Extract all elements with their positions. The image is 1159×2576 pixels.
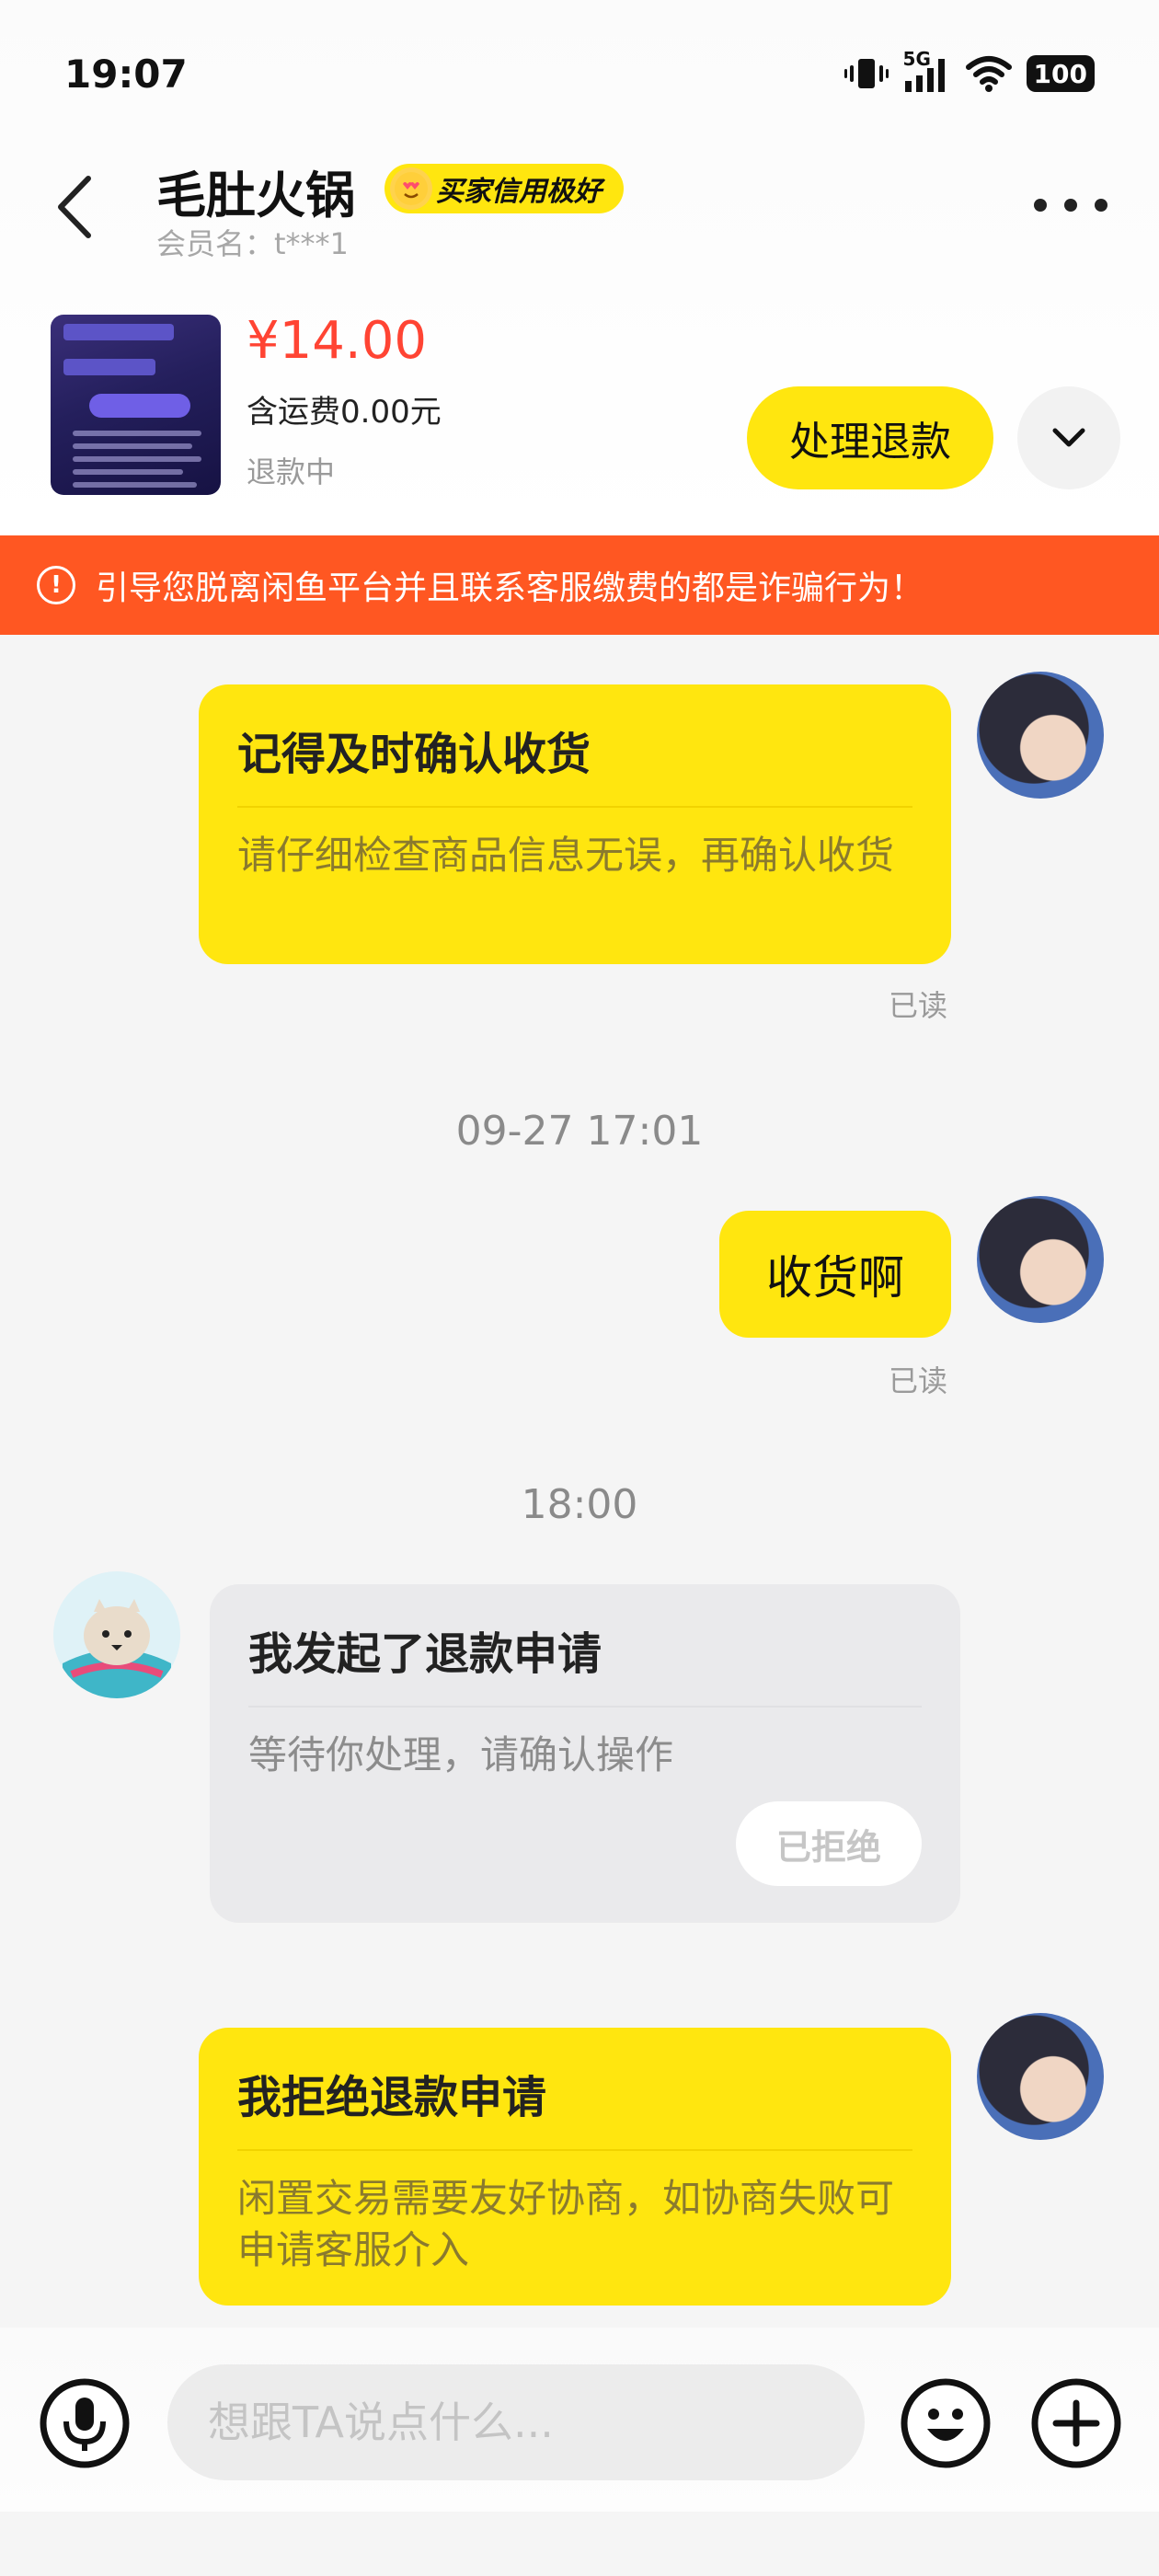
thumb-decor [63, 324, 174, 340]
expand-button[interactable] [1017, 386, 1120, 489]
timestamp: 18:00 [521, 1481, 638, 1528]
warning-text: 引导您脱离闲鱼平台并且联系客服缴费的都是诈骗行为！ [96, 569, 924, 607]
thumb-decor [73, 431, 201, 436]
more-actions-button[interactable] [1030, 2377, 1122, 2469]
plus-icon [1031, 2378, 1121, 2468]
seller-avatar[interactable] [53, 1571, 180, 1698]
timestamp: 09-27 17:01 [455, 1108, 704, 1155]
card-title: 记得及时确认收货 [237, 718, 912, 808]
microphone-icon [40, 2378, 130, 2468]
thumb-decor [73, 456, 201, 462]
more-dot [1064, 199, 1077, 212]
shipping-fee: 含运费0.00元 [247, 394, 442, 431]
message-bubble[interactable]: 收货啊 [719, 1211, 951, 1338]
emoji-button[interactable] [900, 2377, 992, 2469]
wifi-icon [965, 56, 1012, 92]
card-description: 请仔细检查商品信息无误，再确认收货 [237, 833, 895, 878]
message-input[interactable] [167, 2364, 865, 2480]
user-avatar[interactable] [977, 2013, 1104, 2140]
card-description: 闲置交易需要友好协商，如协商失败可申请客服介入 [237, 2176, 895, 2272]
more-dot [1095, 199, 1107, 212]
credit-badge-label: 买家信用极好 [436, 176, 602, 208]
alert-icon: ! [37, 566, 75, 604]
more-dot [1034, 199, 1047, 212]
chevron-down-icon [1052, 428, 1085, 447]
voice-button[interactable] [39, 2377, 131, 2469]
refund-request-card[interactable]: 我发起了退款申请 等待你处理，请确认操作 已拒绝 [210, 1584, 960, 1923]
product-thumbnail[interactable] [51, 315, 221, 495]
user-avatar[interactable] [977, 672, 1104, 799]
fraud-warning-banner: ! 引导您脱离闲鱼平台并且联系客服缴费的都是诈骗行为！ [0, 535, 1159, 635]
read-status: 已读 [889, 1363, 948, 1398]
card-title: 我发起了退款申请 [248, 1617, 922, 1708]
thumb-decor [73, 482, 197, 488]
chat-title: 毛肚火锅 [156, 167, 355, 224]
user-avatar[interactable] [977, 1196, 1104, 1323]
status-time: 19:07 [64, 52, 188, 97]
reject-refund-card[interactable]: 我拒绝退款申请 闲置交易需要友好协商，如协商失败可申请客服介入 [199, 2028, 951, 2306]
member-name: 会员名：t***1 [156, 226, 349, 261]
thumb-decor [73, 469, 183, 475]
heart-eyes-face-icon [390, 167, 432, 210]
battery-indicator: 100 [1026, 55, 1095, 92]
status-icons: 5G 100 [843, 48, 1095, 94]
process-refund-button[interactable]: 处理退款 [747, 386, 993, 489]
card-description: 等待你处理，请确认操作 [248, 1732, 674, 1777]
thumb-decor [73, 443, 192, 449]
smiley-icon [901, 2378, 991, 2468]
thumb-decor [63, 359, 155, 375]
read-status: 已读 [889, 988, 948, 1023]
thumb-decor [89, 394, 190, 418]
confirm-receipt-card[interactable]: 记得及时确认收货 请仔细检查商品信息无误，再确认收货 [199, 684, 951, 964]
rejected-button[interactable]: 已拒绝 [736, 1801, 922, 1886]
vibrate-icon [843, 59, 889, 88]
card-title: 我拒绝退款申请 [237, 2061, 912, 2151]
cellular-signal-icon: 5G [903, 48, 951, 94]
back-icon[interactable] [53, 166, 105, 248]
more-options-icon[interactable] [1034, 184, 1107, 226]
product-price: ¥14.00 [247, 311, 427, 371]
refund-status: 退款中 [247, 454, 336, 489]
credit-badge: 买家信用极好 [384, 164, 624, 213]
